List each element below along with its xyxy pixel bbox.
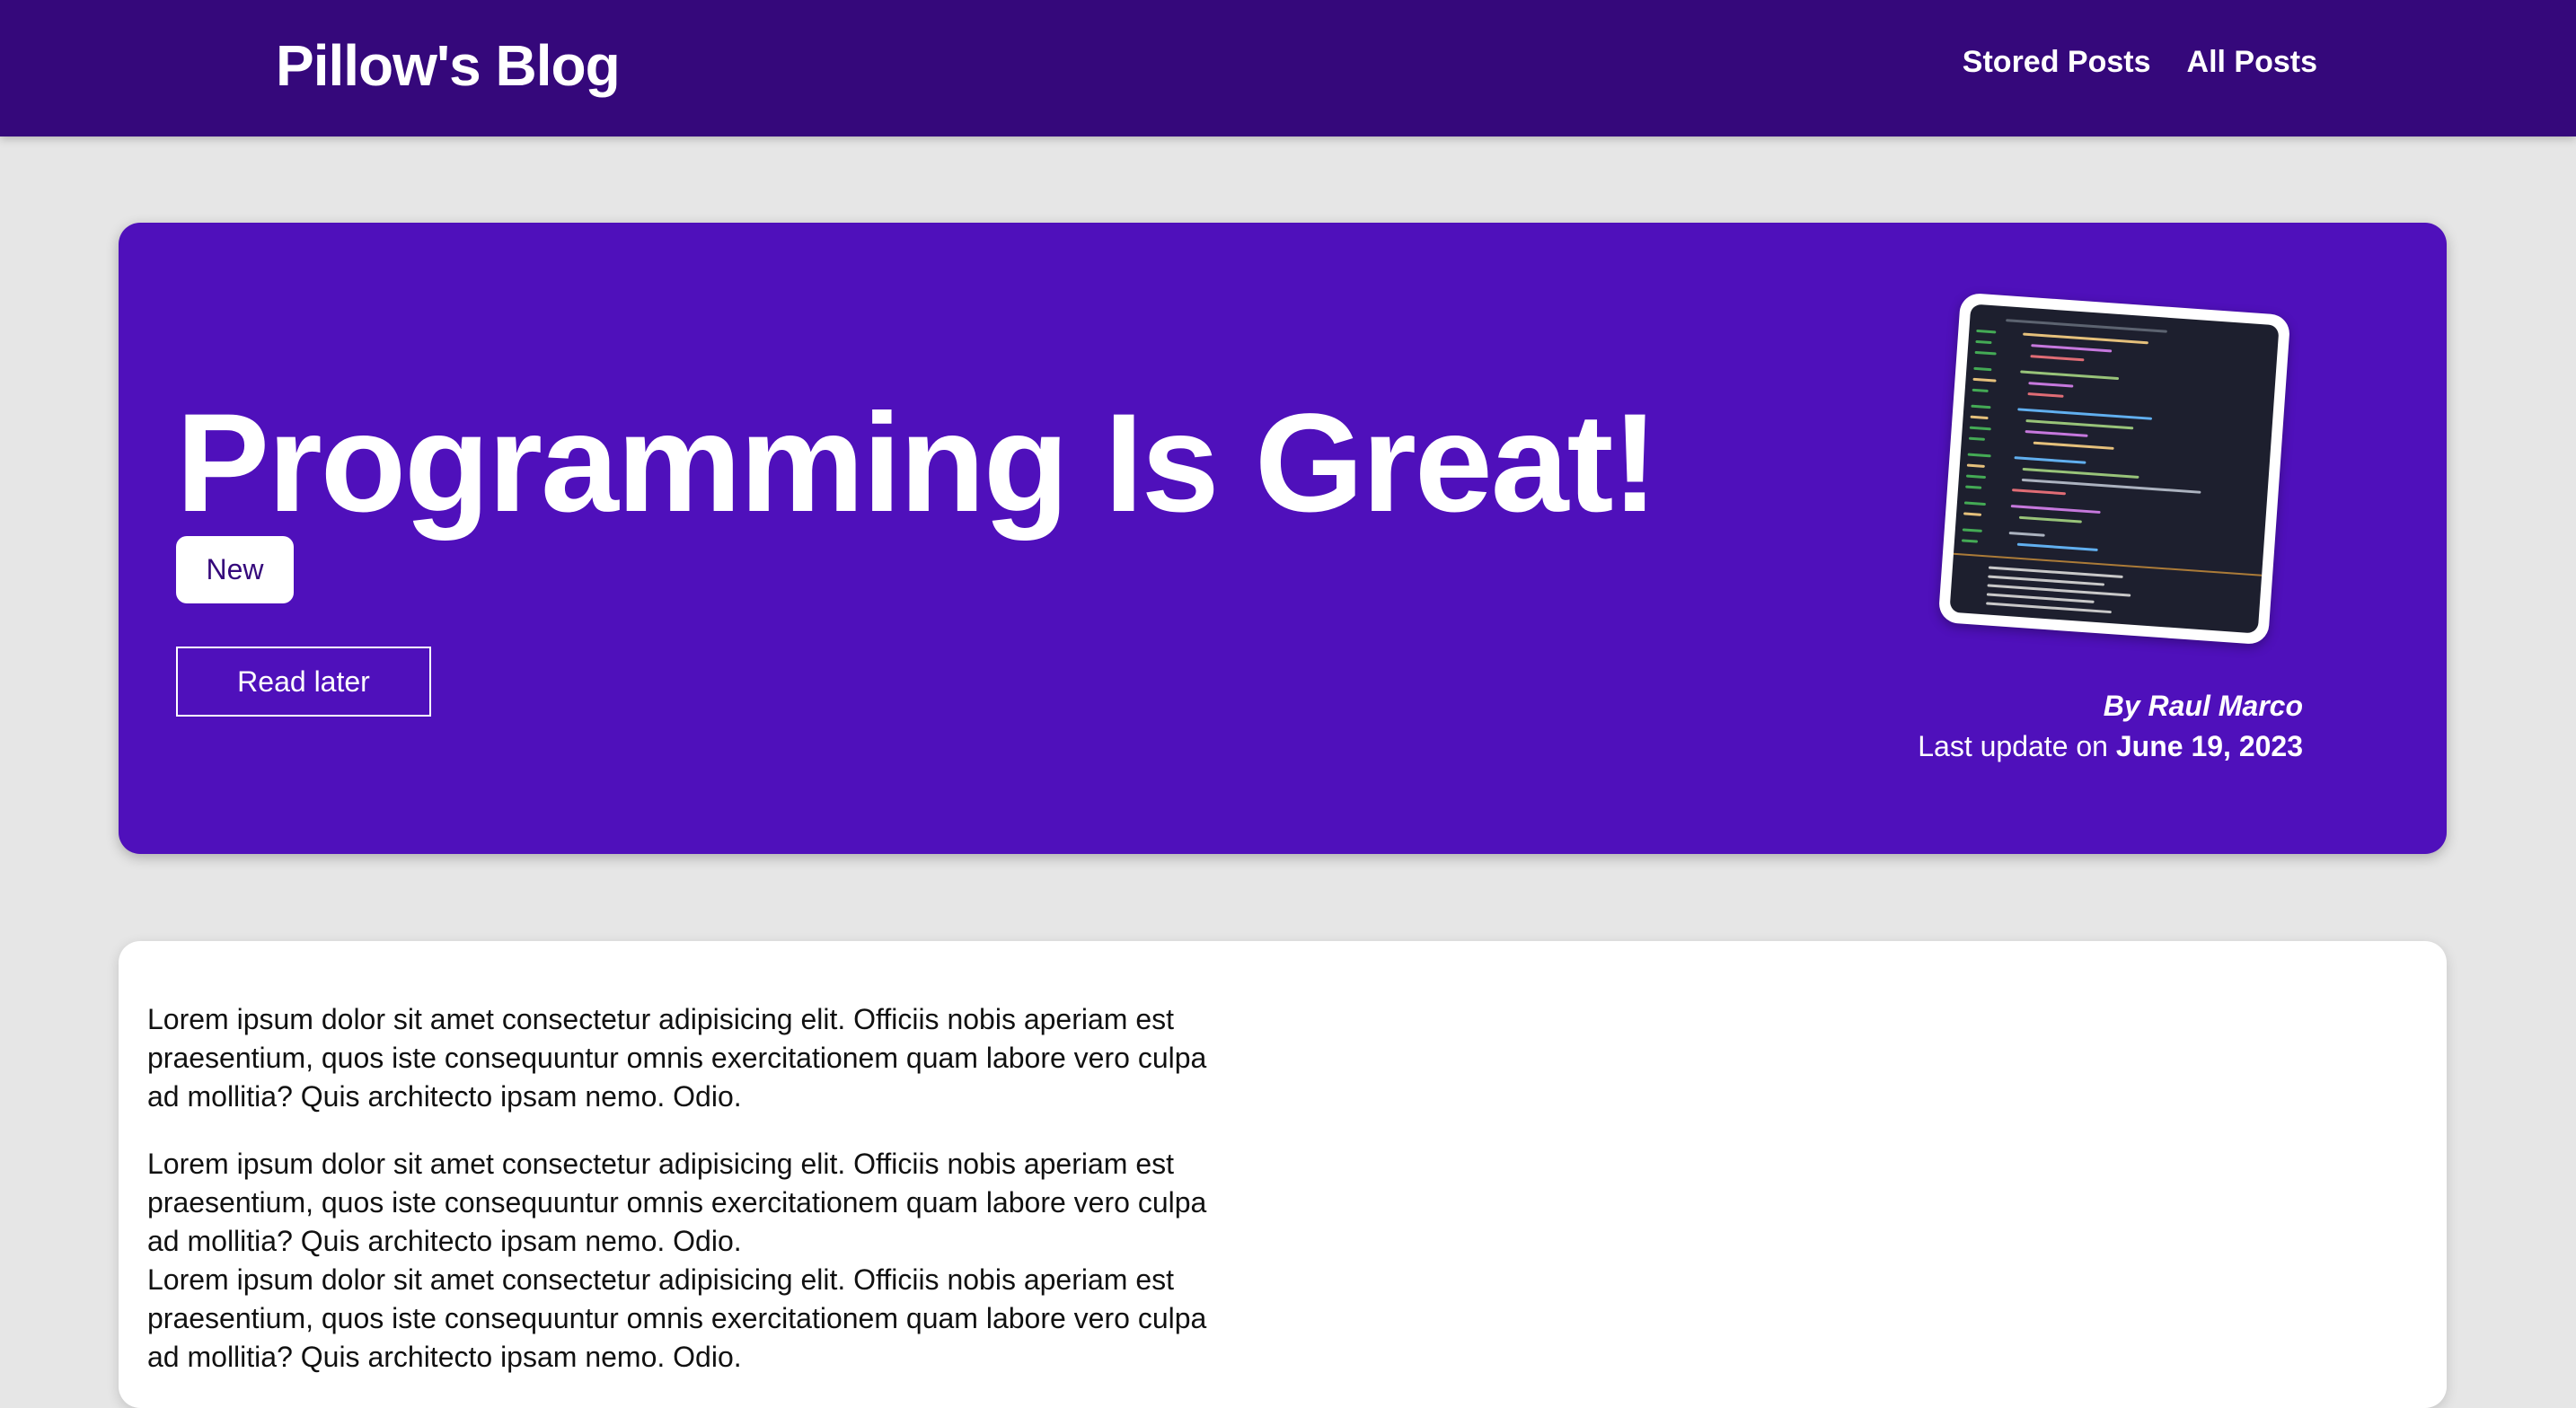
last-updated-date: June 19, 2023 [2115, 730, 2303, 762]
nav-link-all-posts[interactable]: All Posts [2187, 45, 2317, 80]
new-badge: New [176, 536, 294, 603]
post-thumbnail-image [1937, 292, 2291, 646]
last-updated-label: Last update on [1918, 730, 2108, 762]
post-body: Lorem ipsum dolor sit amet consectetur a… [119, 941, 2447, 1408]
featured-post-card: Programming Is Great! New Read later By … [119, 223, 2447, 854]
post-byline: By Raul Marco Last update on June 19, 20… [1918, 690, 2303, 763]
main-nav: Stored Posts All Posts [1963, 45, 2317, 80]
post-paragraph: Lorem ipsum dolor sit amet consectetur a… [147, 1003, 1207, 1113]
author-name: By Raul Marco [2103, 690, 2303, 722]
top-navbar: Pillow's Blog Stored Posts All Posts [0, 0, 2576, 136]
read-later-button[interactable]: Read later [176, 647, 431, 717]
code-editor-screenshot [1949, 304, 2280, 634]
last-updated: Last update on June 19, 2023 [1918, 730, 2303, 763]
post-paragraph: Lorem ipsum dolor sit amet consectetur a… [147, 1148, 1207, 1257]
site-title[interactable]: Pillow's Blog [276, 32, 621, 99]
post-paragraph: Lorem ipsum dolor sit amet consectetur a… [147, 1263, 1207, 1373]
nav-link-stored-posts[interactable]: Stored Posts [1963, 45, 2151, 80]
post-title: Programming Is Great! [176, 385, 1658, 541]
